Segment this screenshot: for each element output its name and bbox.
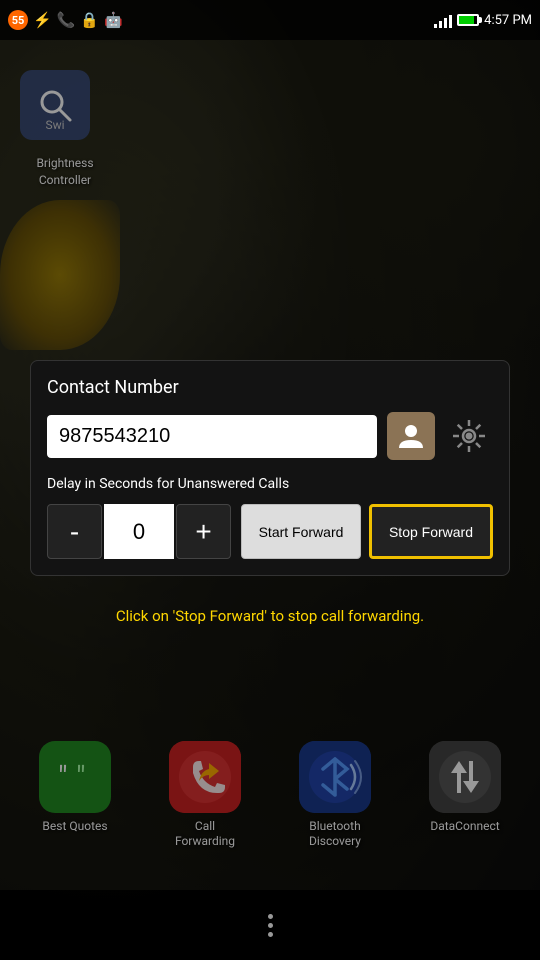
delay-plus-button[interactable]: + bbox=[176, 504, 231, 559]
gear-icon bbox=[449, 416, 489, 456]
delay-row: - + Start Forward Stop Forward bbox=[47, 504, 493, 559]
usb-icon: ⚡ bbox=[33, 11, 52, 29]
battery-icon bbox=[457, 14, 479, 26]
signal-bars bbox=[434, 12, 452, 28]
info-text: Click on 'Stop Forward' to stop call for… bbox=[30, 605, 510, 628]
delay-label: Delay in Seconds for Unanswered Calls bbox=[47, 476, 493, 492]
contact-number-dialog: Contact Number bbox=[30, 360, 510, 576]
phone-icon: 📞 bbox=[57, 11, 76, 29]
status-right: 4:57 PM bbox=[434, 12, 532, 28]
delay-minus-button[interactable]: - bbox=[47, 504, 102, 559]
signal-bar-4 bbox=[449, 15, 452, 28]
start-forward-button[interactable]: Start Forward bbox=[241, 504, 361, 559]
signal-bar-3 bbox=[444, 18, 447, 28]
time-display: 4:57 PM bbox=[484, 13, 532, 28]
android-icon: 🤖 bbox=[104, 11, 123, 29]
lock-icon: 🔒 bbox=[80, 11, 99, 29]
status-left: 55 ⚡ 📞 🔒 🤖 bbox=[8, 10, 123, 30]
forward-buttons: Start Forward Stop Forward bbox=[241, 504, 493, 559]
home-screen: Swi BrightnessController Contact Number bbox=[0, 40, 540, 960]
phone-number-input[interactable] bbox=[47, 415, 377, 458]
signal-bar-2 bbox=[439, 21, 442, 28]
contact-icon bbox=[395, 420, 427, 452]
status-bar: 55 ⚡ 📞 🔒 🤖 4:57 PM bbox=[0, 0, 540, 40]
contact-picker-button[interactable] bbox=[387, 412, 435, 460]
delay-value-input[interactable] bbox=[104, 504, 174, 559]
dialog-title: Contact Number bbox=[47, 377, 493, 398]
notification-badge: 55 bbox=[8, 10, 28, 30]
signal-bar-1 bbox=[434, 24, 437, 28]
settings-button[interactable] bbox=[445, 412, 493, 460]
phone-input-row bbox=[47, 412, 493, 460]
stop-forward-button[interactable]: Stop Forward bbox=[369, 504, 493, 559]
battery-body bbox=[457, 14, 479, 26]
battery-fill bbox=[459, 16, 474, 24]
